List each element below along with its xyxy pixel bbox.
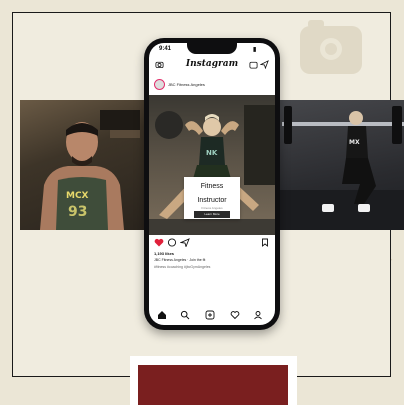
overlay-button[interactable]: Learn More <box>194 211 230 218</box>
heart-icon[interactable] <box>154 238 164 247</box>
share-icon[interactable] <box>180 238 190 247</box>
instagram-logo: Instagram <box>185 59 239 69</box>
phone-mockup: 9:41 ▮ Instagram JBC Fitness Angeles NK … <box>144 38 280 330</box>
comment-icon[interactable] <box>167 238 177 247</box>
camera-icon <box>300 20 362 74</box>
account-name[interactable]: JBC Fitness Angeles <box>168 82 205 87</box>
search-icon[interactable] <box>180 310 190 320</box>
bottom-tab-bar <box>149 308 275 322</box>
svg-text:NK: NK <box>206 149 218 157</box>
home-icon[interactable] <box>157 310 167 320</box>
igtv-icon[interactable] <box>249 60 258 69</box>
left-photo-man: MCX 93 <box>20 100 146 230</box>
post-actions <box>149 237 275 249</box>
right-photo-squat: MX <box>276 100 404 230</box>
bottom-banner <box>130 356 297 405</box>
instagram-screen: 9:41 ▮ Instagram JBC Fitness Angeles NK … <box>149 43 275 325</box>
instagram-header: Instagram <box>149 57 275 73</box>
bookmark-icon[interactable] <box>261 238 269 247</box>
add-post-icon[interactable] <box>205 310 215 320</box>
camera-icon[interactable] <box>155 60 164 69</box>
activity-icon[interactable] <box>230 310 240 320</box>
overlay-title-line1: Fitness <box>200 183 224 190</box>
overlay-subtitle: Fitness Angeles <box>201 206 223 210</box>
post-header: JBC Fitness Angeles <box>149 77 275 93</box>
promo-graphic: MCX 93 MX 9:41 ▮ Instagram JBC Fitness A… <box>0 0 404 405</box>
caption-line-2: #fitness #coaching #jbcGymAngeles <box>154 265 211 269</box>
avatar[interactable] <box>154 79 165 90</box>
profile-icon[interactable] <box>253 310 263 320</box>
caption-line-1: JBC Fitness Angeles · Join the fit <box>154 258 206 262</box>
battery-icon: ▮ <box>253 47 257 53</box>
svg-text:MCX: MCX <box>66 191 89 201</box>
bottom-banner-fill <box>138 365 288 405</box>
post-overlay-card: Fitness Instructor Fitness Angeles Learn… <box>184 177 240 219</box>
phone-notch <box>187 43 237 54</box>
svg-text:MX: MX <box>349 139 360 146</box>
direct-message-icon[interactable] <box>260 60 269 69</box>
likes-count[interactable]: 1,193 likes <box>154 251 174 256</box>
post-image[interactable]: NK Fitness Instructor Fitness Angeles Le… <box>149 95 275 235</box>
man-in-tank-top-image: MCX 93 <box>40 110 140 230</box>
status-time: 9:41 <box>159 46 172 52</box>
woman-squatting-barbell-image: MX <box>276 106 404 230</box>
overlay-title-line2: Instructor <box>197 197 227 204</box>
svg-text:93: 93 <box>68 204 87 220</box>
